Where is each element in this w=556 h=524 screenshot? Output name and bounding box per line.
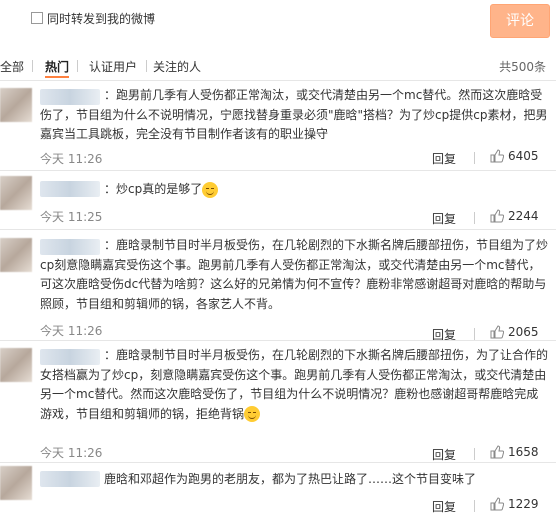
like-count: 2244 — [508, 209, 539, 223]
comment-time: 今天 11:25 — [40, 210, 103, 224]
comment-item: ：跑男前几季有人受伤都正常淘汰，或交代清楚由另一个mc替代。然而这次鹿晗受伤了，… — [0, 86, 556, 166]
action-divider — [474, 152, 475, 164]
avatar[interactable] — [0, 348, 32, 382]
action-divider — [474, 500, 475, 512]
tab-divider — [77, 60, 78, 72]
like-button[interactable]: 2065 — [490, 325, 539, 339]
comment-time: 今天 11:26 — [40, 152, 103, 166]
avatar[interactable] — [0, 176, 32, 210]
avatar[interactable] — [0, 88, 32, 122]
comment-time: 今天 11:26 — [40, 446, 103, 460]
divider — [0, 229, 556, 230]
thumbs-up-icon — [490, 497, 504, 511]
divider — [0, 462, 556, 463]
repost-label: 同时转发到我的微博 — [47, 12, 156, 26]
comment-compose-bar: 同时转发到我的微博 评论 — [0, 0, 556, 44]
tab-hot[interactable]: 热门 — [45, 58, 69, 75]
comment-time: 今天 11:26 — [40, 324, 103, 338]
comment-item: ：鹿晗录制节目时半月板受伤，在几轮剧烈的下水撕名牌后腰部扭伤，节目组为了炒cp刻… — [0, 236, 556, 342]
comment-text: ：炒cp真的是够了 — [40, 180, 550, 200]
comment-text: ：鹿晗录制节目时半月板受伤，在几轮剧烈的下水撕名牌后腰部扭伤，为了让合作的女搭档… — [40, 346, 550, 424]
reply-button[interactable]: 回复 — [432, 498, 456, 515]
comment-item: ：鹿晗录制节目时半月板受伤，在几轮剧烈的下水撕名牌后腰部扭伤，为了让合作的女搭档… — [0, 346, 556, 462]
like-button[interactable]: 6405 — [490, 149, 539, 163]
action-divider — [474, 448, 475, 460]
like-button[interactable]: 2244 — [490, 209, 539, 223]
like-count: 1658 — [508, 445, 539, 459]
avatar[interactable] — [0, 466, 32, 500]
like-button[interactable]: 1229 — [490, 497, 539, 511]
tab-following[interactable]: 关注的人 — [153, 58, 201, 75]
like-count: 6405 — [508, 149, 539, 163]
comment-text: 鹿晗和邓超作为跑男的老朋友，都为了热巴让路了……这个节目变味了 — [104, 472, 477, 486]
smirk-emoji-icon — [244, 406, 261, 422]
tab-verified-users[interactable]: 认证用户 — [89, 58, 137, 75]
tab-divider — [32, 60, 33, 72]
divider — [0, 170, 556, 171]
comment-text-content: ：炒cp真的是够了 — [104, 182, 203, 196]
divider — [0, 340, 556, 341]
comment-text-content: ：鹿晗录制节目时半月板受伤，在几轮剧烈的下水撕名牌后腰部扭伤，为了让合作的女搭档… — [40, 348, 549, 421]
comment-text: ：鹿晗录制节目时半月板受伤，在几轮剧烈的下水撕名牌后腰部扭伤，节目组为了炒cp刻… — [40, 238, 549, 311]
comment-tabs: 全部 热门 认证用户 关注的人 共500条 — [0, 58, 556, 80]
thumbs-up-icon — [490, 325, 504, 339]
thumbs-up-icon — [490, 445, 504, 459]
divider — [0, 80, 556, 81]
reply-button[interactable]: 回复 — [432, 210, 456, 227]
like-count: 2065 — [508, 325, 539, 339]
thumbs-up-icon — [490, 149, 504, 163]
comment-item: ：炒cp真的是够了 今天 11:25 回复 2244 — [0, 176, 556, 226]
active-tab-indicator — [45, 76, 69, 78]
like-button[interactable]: 1658 — [490, 445, 539, 459]
comment-item: 鹿晗和邓超作为跑男的老朋友，都为了热巴让路了……这个节目变味了 回复 1229 — [0, 466, 556, 524]
like-count: 1229 — [508, 497, 539, 511]
smirk-emoji-icon — [202, 181, 219, 198]
avatar[interactable] — [0, 238, 32, 272]
comment-total-count: 共500条 — [499, 60, 546, 74]
repost-checkbox[interactable] — [31, 12, 43, 24]
reply-button[interactable]: 回复 — [432, 446, 456, 463]
comment-button[interactable]: 评论 — [490, 4, 550, 38]
reply-button[interactable]: 回复 — [432, 150, 456, 167]
thumbs-up-icon — [490, 209, 504, 223]
comment-text: ：跑男前几季有人受伤都正常淘汰，或交代清楚由另一个mc替代。然而这次鹿晗受伤了，… — [40, 88, 548, 141]
action-divider — [474, 212, 475, 224]
action-divider — [474, 328, 475, 340]
tab-all[interactable]: 全部 — [0, 58, 24, 75]
tab-divider — [146, 60, 147, 72]
